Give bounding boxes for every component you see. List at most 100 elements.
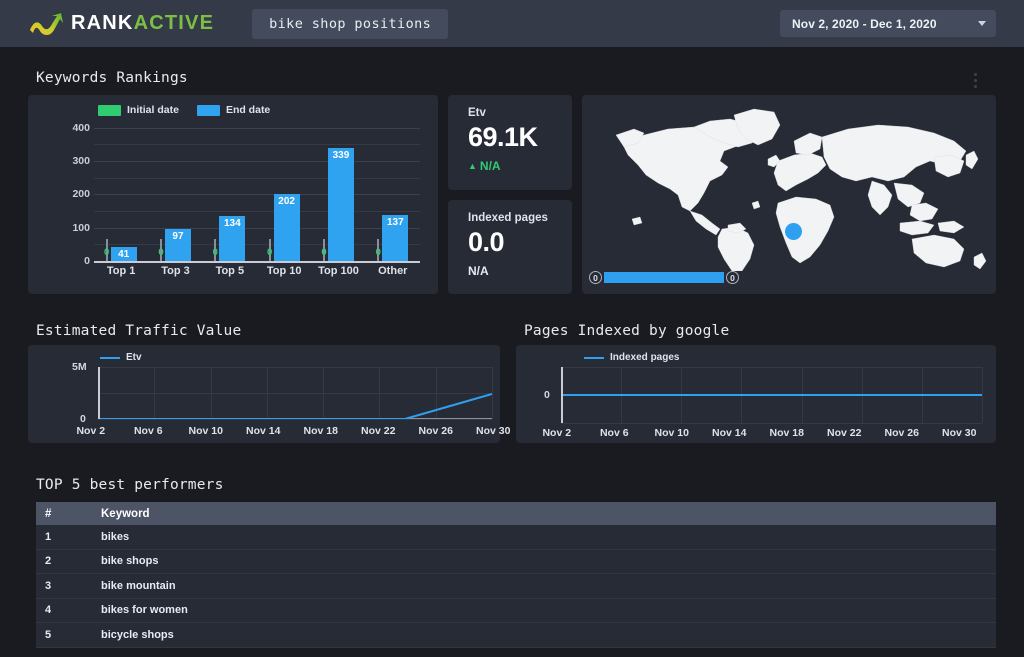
bar-end-date[interactable]: 339	[327, 148, 354, 261]
cell-keyword: bike mountain	[101, 579, 176, 592]
chevron-down-icon	[978, 21, 986, 26]
bar-chart-legend: Initial date End date	[98, 104, 270, 116]
bar-value-label-end: 137	[386, 217, 404, 229]
world-map-graphic	[615, 108, 987, 271]
map-legend: 0 0	[589, 271, 739, 284]
bar-group[interactable]: 0 41	[94, 121, 148, 261]
column-header-number[interactable]: #	[36, 508, 101, 520]
vgridline	[982, 367, 983, 423]
logo-text-active: ACTIVE	[133, 12, 215, 34]
etv-xtick: Nov 26	[418, 425, 453, 437]
bar-value-label-initial: 0	[266, 247, 273, 258]
indexed-xtick: Nov 22	[827, 427, 862, 439]
etv-line-series	[100, 367, 492, 419]
bar-chart-xtick: Other	[378, 265, 408, 277]
indexed-legend-label: Indexed pages	[610, 352, 680, 363]
table-row[interactable]: 3 bike mountain	[36, 574, 996, 599]
bar-initial-date[interactable]: 0	[266, 239, 273, 261]
kpi-delta-indexed-pages: N/A	[468, 264, 489, 278]
bar-value-label-initial: 0	[321, 247, 327, 258]
etv-ytick-max: 5M	[72, 361, 87, 373]
bar-chart-xtick: Top 1	[106, 265, 136, 277]
map-marker-dot[interactable]	[785, 223, 802, 240]
etv-y-axis-line	[98, 367, 100, 419]
table-body: 1 bikes 2 bike shops 3 bike mountain 4 bikes fo…	[36, 525, 996, 648]
bar-group[interactable]: 0 137	[366, 121, 420, 261]
section-title-pages-indexed: Pages Indexed by google	[524, 323, 730, 339]
legend-label-initial: Initial date	[127, 104, 179, 116]
bar-initial-date[interactable]: 0	[213, 239, 218, 261]
bar-end-date[interactable]: 97	[164, 228, 191, 261]
cell-keyword: bikes for women	[101, 604, 188, 617]
indexed-xtick: Nov 14	[712, 427, 747, 439]
map-legend-max: 0	[726, 271, 739, 284]
arrow-up-icon: ▲	[468, 160, 477, 171]
bar-value-label-end: 339	[332, 150, 350, 161]
legend-swatch-end	[196, 104, 220, 116]
legend-label-end: End date	[225, 104, 271, 116]
column-header-keyword[interactable]: Keyword	[101, 508, 996, 520]
date-range-picker[interactable]: Nov 2, 2020 - Dec 1, 2020	[780, 10, 996, 37]
kpi-card-indexed-pages[interactable]: Indexed pages 0.0 N/A	[448, 200, 572, 294]
etv-x-axis: Nov 2 Nov 6 Nov 10 Nov 14 Nov 18 Nov 22 Nov 26…	[62, 425, 522, 437]
section-title-keywords-rankings: Keywords Rankings	[36, 70, 188, 86]
logo[interactable]: RANKACTIVE	[28, 11, 214, 37]
bar-initial-date[interactable]: 0	[375, 239, 381, 261]
bar-chart-xtick: Top 5	[215, 265, 245, 277]
map-legend-gradient-bar	[604, 272, 724, 283]
indexed-y-axis-line	[561, 367, 563, 423]
bar-end-date[interactable]: 202	[273, 193, 300, 261]
bar-group[interactable]: 0 202	[257, 121, 311, 261]
bar-initial-date[interactable]: 0	[104, 239, 109, 261]
kpi-label-indexed-pages: Indexed pages	[468, 212, 548, 224]
bar-chart-ytick: 200	[72, 188, 90, 201]
bar-value-label-initial: 0	[375, 247, 381, 258]
bar-end-date[interactable]: 134	[219, 216, 246, 261]
cell-number: 3	[45, 579, 52, 592]
legend-item-end-date[interactable]: End date	[196, 104, 271, 116]
etv-xtick: Nov 18	[303, 425, 338, 437]
indexed-xtick: Nov 18	[769, 427, 804, 439]
table-row[interactable]: 1 bikes	[36, 525, 996, 550]
bar-end-date[interactable]: 41	[110, 247, 137, 261]
cell-number: 1	[45, 530, 52, 543]
table-row[interactable]: 5 bicycle shops	[36, 623, 996, 648]
indexed-ytick-zero: 0	[544, 389, 550, 401]
indexed-x-axis: Nov 2 Nov 6 Nov 10 Nov 14 Nov 18 Nov 22 Nov 26…	[528, 427, 988, 439]
indexed-xtick: Nov 10	[654, 427, 689, 439]
kpi-value-etv: 69.1K	[468, 122, 538, 152]
etv-legend-label: Etv	[126, 352, 142, 363]
project-name-box[interactable]: bike shop positions	[252, 8, 449, 39]
kebab-menu-icon[interactable]	[971, 73, 979, 91]
etv-xtick: Nov 30	[476, 425, 511, 437]
kpi-card-etv[interactable]: Etv 69.1K ▲ N/A	[448, 95, 572, 190]
indexed-legend[interactable]: Indexed pages	[584, 352, 679, 363]
indexed-xtick: Nov 30	[942, 427, 977, 439]
table-row[interactable]: 4 bikes for women	[36, 598, 996, 623]
table-row[interactable]: 2 bike shops	[36, 549, 996, 574]
bar-chart-ytick: 0	[84, 255, 90, 267]
keywords-rankings-bar-chart: Initial date End date 0 100 200 300 400 0 41 0…	[28, 95, 438, 294]
bar-initial-date[interactable]: 0	[321, 239, 327, 261]
bar-chart-ytick: 400	[72, 121, 90, 134]
bar-chart-baseline	[94, 261, 420, 263]
cell-number: 2	[45, 555, 52, 568]
bar-group[interactable]: 0 134	[203, 121, 257, 261]
bar-chart-y-axis: 0 100 200 300 400	[44, 121, 90, 267]
hgridline	[98, 419, 492, 420]
bar-initial-date[interactable]: 0	[158, 239, 164, 261]
etv-legend-line	[100, 356, 120, 359]
etv-xtick: Nov 10	[188, 425, 223, 437]
etv-ytick-min: 0	[80, 413, 86, 425]
table-header-row: # Keyword	[36, 502, 996, 525]
estimated-traffic-value-chart: Etv 5M 0 Nov 2 Nov 6 Nov 10 Nov 14 Nov 18 Nov…	[28, 345, 510, 443]
bar-group[interactable]: 0 339	[311, 121, 365, 261]
bar-group[interactable]: 0 97	[148, 121, 202, 261]
logo-text-rank: RANK	[71, 12, 134, 34]
legend-item-initial-date[interactable]: Initial date	[98, 104, 179, 116]
bar-end-date[interactable]: 137	[382, 215, 409, 261]
dashboard-page: RANKACTIVE bike shop positions Nov 2, 20…	[0, 0, 1024, 657]
indexed-xtick: Nov 6	[599, 427, 629, 439]
etv-legend[interactable]: Etv	[100, 352, 142, 363]
world-map-panel[interactable]: 0 0	[582, 95, 996, 294]
